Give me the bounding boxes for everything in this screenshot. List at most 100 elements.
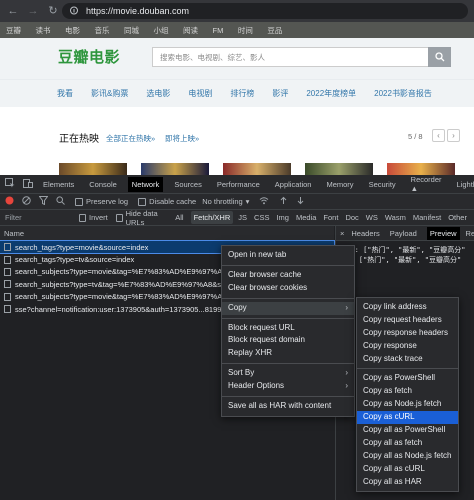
topnav-link[interactable]: 小组 <box>154 25 169 36</box>
tab-application[interactable]: Application <box>275 180 312 189</box>
inspect-element-icon[interactable] <box>5 178 15 190</box>
tab-performance[interactable]: Performance <box>217 180 260 189</box>
topnav-link[interactable]: 时间 <box>238 25 253 36</box>
name-column-header[interactable]: Name <box>0 226 334 241</box>
menu-copy-as-nodejs-fetch[interactable]: Copy as Node.js fetch <box>357 398 458 411</box>
filter-type-ws[interactable]: WS <box>366 213 378 222</box>
upcoming-link[interactable]: 即将上映» <box>165 133 199 144</box>
tab-network[interactable]: Network <box>127 176 164 192</box>
clear-icon[interactable] <box>22 196 31 207</box>
address-bar[interactable]: https://movie.douban.com <box>62 3 468 19</box>
subnav-link[interactable]: 电视剧 <box>188 88 212 99</box>
hide-data-urls-checkbox[interactable] <box>115 213 123 222</box>
menu-copy-as-fetch[interactable]: Copy as fetch <box>357 385 458 398</box>
filter-type-other[interactable]: Other <box>448 213 467 222</box>
filter-type-js[interactable]: JS <box>238 213 247 222</box>
menu-clear-browser-cache[interactable]: Clear browser cache <box>222 269 354 282</box>
subnav-link[interactable]: 选电影 <box>146 88 170 99</box>
filter-type-all[interactable]: All <box>175 213 183 222</box>
tab-sources[interactable]: Sources <box>174 180 202 189</box>
import-har-icon[interactable] <box>279 196 288 207</box>
tab-lighthouse[interactable]: Lighthouse <box>457 180 474 189</box>
menu-copy-as-powershell[interactable]: Copy as PowerShell <box>357 372 458 385</box>
search-icon[interactable] <box>56 196 65 207</box>
tab-security[interactable]: Security <box>369 180 396 189</box>
tab-preview[interactable]: Preview <box>426 226 460 240</box>
topnav-link[interactable]: FM <box>213 26 224 35</box>
filter-type-media[interactable]: Media <box>296 213 316 222</box>
menu-header-options[interactable]: Header Options › <box>222 380 354 393</box>
invert-checkbox[interactable] <box>79 213 86 222</box>
filter-icon[interactable] <box>38 196 49 207</box>
topnav-link[interactable]: 豆瓣 <box>6 25 21 36</box>
tab-payload[interactable]: Payload <box>390 229 417 238</box>
device-toolbar-icon[interactable] <box>23 178 33 190</box>
menu-copy-link-address[interactable]: Copy link address <box>357 301 458 314</box>
movie-poster[interactable] <box>141 163 209 175</box>
filter-type-font[interactable]: Font <box>323 213 338 222</box>
menu-copy-all-as-fetch[interactable]: Copy all as fetch <box>357 437 458 450</box>
filter-type-fetch-xhr[interactable]: Fetch/XHR <box>190 211 234 224</box>
menu-clear-browser-cookies[interactable]: Clear browser cookies <box>222 282 354 295</box>
carousel-prev-button[interactable]: ‹ <box>432 129 445 142</box>
tab-response[interactable]: Res <box>466 229 474 238</box>
menu-copy-stack-trace[interactable]: Copy stack trace <box>357 353 458 366</box>
tab-elements[interactable]: Elements <box>43 180 74 189</box>
subnav-link[interactable]: 我看 <box>57 88 73 99</box>
topnav-link[interactable]: 豆品 <box>267 25 282 36</box>
site-info-icon[interactable] <box>70 6 80 17</box>
tab-console[interactable]: Console <box>89 180 117 189</box>
throttling-select[interactable]: No throttling <box>202 197 242 206</box>
topnav-link[interactable]: 阅读 <box>183 25 198 36</box>
menu-copy-all-as-har[interactable]: Copy all as HAR <box>357 476 458 489</box>
menu-copy[interactable]: Copy › <box>222 301 354 315</box>
movie-poster[interactable] <box>387 163 455 175</box>
preserve-log-checkbox[interactable] <box>75 197 83 206</box>
filter-type-manifest[interactable]: Manifest <box>413 213 441 222</box>
movie-poster[interactable] <box>59 163 127 175</box>
tab-recorder[interactable]: Recorder ▲ <box>411 175 442 193</box>
filter-input[interactable]: Filter <box>5 213 79 222</box>
menu-save-all-as-har[interactable]: Save all as HAR with content <box>222 400 354 413</box>
menu-copy-all-as-powershell[interactable]: Copy all as PowerShell <box>357 424 458 437</box>
export-har-icon[interactable] <box>296 196 305 207</box>
menu-copy-request-headers[interactable]: Copy request headers <box>357 314 458 327</box>
carousel-next-button[interactable]: › <box>447 129 460 142</box>
filter-type-doc[interactable]: Doc <box>345 213 358 222</box>
subnav-link[interactable]: 2022年度榜单 <box>306 88 356 99</box>
filter-type-img[interactable]: Img <box>276 213 289 222</box>
subnav-link[interactable]: 排行榜 <box>230 88 254 99</box>
movie-poster[interactable] <box>305 163 373 175</box>
subnav-link[interactable]: 影评 <box>272 88 288 99</box>
disable-cache-checkbox[interactable] <box>138 197 147 206</box>
forward-arrow-icon[interactable]: → <box>26 4 40 18</box>
close-icon[interactable]: × <box>340 229 344 238</box>
douban-movie-logo[interactable]: 豆瓣电影 <box>58 46 120 67</box>
subnav-link[interactable]: 2022书影音报告 <box>374 88 432 99</box>
back-arrow-icon[interactable]: ← <box>6 4 20 18</box>
menu-block-request-url[interactable]: Block request URL <box>222 322 354 335</box>
menu-copy-all-as-nodejs-fetch[interactable]: Copy all as Node.js fetch <box>357 450 458 463</box>
movie-poster[interactable] <box>223 163 291 175</box>
tab-memory[interactable]: Memory <box>326 180 353 189</box>
filter-type-css[interactable]: CSS <box>254 213 269 222</box>
search-button[interactable] <box>428 47 451 67</box>
topnav-link[interactable]: 读书 <box>36 25 51 36</box>
menu-replay-xhr[interactable]: Replay XHR <box>222 347 354 360</box>
filter-type-wasm[interactable]: Wasm <box>385 213 406 222</box>
menu-block-request-domain[interactable]: Block request domain <box>222 334 354 347</box>
topnav-link[interactable]: 音乐 <box>95 25 110 36</box>
chevron-down-icon[interactable]: ▾ <box>246 197 250 206</box>
menu-copy-as-curl[interactable]: Copy as cURL <box>357 411 458 425</box>
tab-headers[interactable]: Headers <box>351 229 379 238</box>
record-icon[interactable] <box>5 196 14 207</box>
menu-open-in-new-tab[interactable]: Open in new tab <box>222 249 354 262</box>
search-input[interactable]: 搜索电影、电视剧、综艺、影人 <box>152 47 428 67</box>
topnav-link[interactable]: 电影 <box>65 25 80 36</box>
menu-copy-response[interactable]: Copy response <box>357 340 458 353</box>
reload-icon[interactable]: ↻ <box>46 4 60 18</box>
menu-copy-response-headers[interactable]: Copy response headers <box>357 327 458 340</box>
menu-sort-by[interactable]: Sort By › <box>222 367 354 380</box>
subnav-link[interactable]: 影讯&购票 <box>91 88 128 99</box>
all-now-playing-link[interactable]: 全部正在热映» <box>106 133 155 144</box>
